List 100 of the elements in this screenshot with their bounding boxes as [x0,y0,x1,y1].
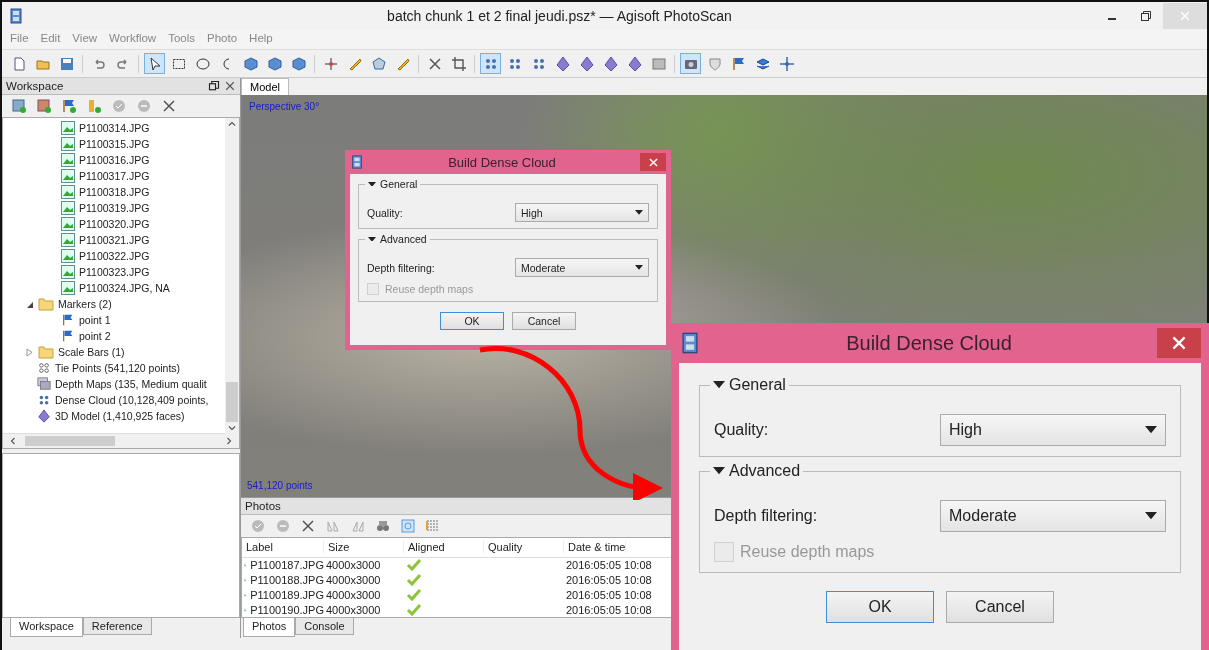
dialog-title: Build Dense Cloud [845,331,1013,355]
group-title: General [380,178,418,190]
table-cell: P1100189.JPG [250,588,324,601]
caret-icon [1145,426,1157,434]
column-header[interactable]: Size [324,541,404,554]
points-count: 541,120 points [247,480,313,491]
panel-title: Workspace [6,80,65,92]
tree-item[interactable]: P1100321.JPG [79,234,150,246]
cancel-button[interactable]: Cancel [512,312,576,330]
dialog-title: Build Dense Cloud [447,154,557,170]
close-button[interactable] [1157,328,1201,358]
caret-icon [635,265,643,270]
film-icon [679,332,701,354]
table-cell-text: 4000x3000 [325,573,382,586]
quality-dropdown[interactable]: High [940,414,1166,446]
scrollbar[interactable] [225,118,239,434]
tree-item[interactable]: P1100316.JPG [79,154,150,166]
tree-item[interactable]: Markers (2) [58,298,112,310]
caret-icon [635,210,643,215]
table-cell-text: 4000x3000 [325,559,382,571]
checkbox-label: Reuse depth maps [740,543,875,561]
tree-item[interactable]: P1100315.JPG [79,138,150,150]
camera-icon[interactable] [680,53,701,74]
group-title: General [729,376,786,394]
table-cell: P1100188.JPG [250,573,324,586]
close-icon [1172,336,1186,350]
field-label: Depth filtering: [367,261,436,274]
tab[interactable]: Console [295,618,354,635]
tree-item[interactable]: P1100318.JPG [79,186,150,198]
tree-item[interactable]: Tie Points (541,120 points) [55,362,181,374]
flag-icon [61,329,75,343]
caret-icon [713,467,725,475]
tree-item[interactable]: P1100324.JPG, NA [79,282,170,294]
pointer-icon[interactable] [144,53,165,74]
column-header[interactable]: Aligned [404,541,484,554]
stacked-images-icon [37,377,51,391]
ok-button[interactable]: OK [440,312,504,330]
tree-item[interactable]: P1100320.JPG [79,218,150,230]
depth-filtering-dropdown[interactable]: Moderate [515,258,649,277]
tree-item[interactable]: point 2 [79,330,111,342]
close-icon [224,80,236,92]
table-cell: P1100187.JPG [250,559,324,571]
panel-title: Photos [245,500,282,512]
tree-item[interactable]: point 1 [79,314,111,326]
film-icon [8,8,24,24]
folder-icon [38,345,54,359]
group-title: Advanced [380,233,427,245]
dots-icon [37,361,51,375]
tree-item[interactable]: Depth Maps (135, Medium qualit [55,378,207,390]
cancel-button[interactable]: Cancel [946,591,1054,623]
pyramid-icon [37,409,51,423]
collapsed-arrow-icon[interactable] [25,347,34,357]
film-icon [350,155,364,169]
group-title: Advanced [729,462,801,480]
flag-icon [61,313,75,327]
close-button[interactable] [640,153,666,171]
close-icon [648,157,658,167]
field-label: Quality: [714,421,770,439]
point-grid-icon[interactable] [480,53,501,74]
tab[interactable]: Workspace [10,618,83,637]
scroll-thumb[interactable] [226,382,238,422]
table-cell-text: 2016:05:05 10:08 [565,603,652,616]
view-label: Perspective 30° [249,101,320,112]
point-grid-icon [37,393,51,407]
scrollbar[interactable] [3,433,239,448]
caret-icon [1145,512,1157,520]
tree-item[interactable]: P1100319.JPG [79,202,150,214]
tab[interactable]: Reference [82,618,152,635]
column-header[interactable]: Label [242,541,324,554]
table-cell-text: 2016:05:05 10:08 [565,588,652,601]
table-cell-text: 2016:05:05 10:08 [565,559,652,571]
table-cell-text: 4000x3000 [325,603,382,616]
table-cell-text: 4000x3000 [325,588,382,601]
folder-icon [38,297,54,311]
tree-item[interactable]: P1100323.JPG [79,266,150,278]
tree-item[interactable]: 3D Model (1,410,925 faces) [55,410,185,422]
caret-icon [713,381,725,389]
field-label: Depth filtering: [714,507,819,525]
field-label: Quality: [367,206,404,219]
table-cell: P1100190.JPG [250,603,324,616]
tree-item[interactable]: P1100314.JPG [79,122,150,134]
quality-dropdown[interactable]: High [515,203,649,222]
float-icon [208,80,220,92]
checkbox-label: Reuse depth maps [385,283,474,295]
scroll-thumb[interactable] [25,436,115,446]
tree-item[interactable]: P1100317.JPG [79,170,150,182]
window-title: batch chunk 1 et 2 final jeudi.psz* — Agisoft PhotoScan [386,8,733,24]
tab[interactable]: Model [241,78,289,95]
column-header[interactable]: Quality [484,541,564,554]
ok-button[interactable]: OK [826,591,934,623]
column-header[interactable]: Date & time [564,541,627,554]
caret-icon [368,181,376,187]
restore-icon[interactable] [1140,10,1152,22]
close-icon [1179,10,1191,22]
depth-filtering-dropdown[interactable]: Moderate [940,500,1166,532]
tab[interactable]: Photos [243,618,296,637]
tree-item[interactable]: Scale Bars (1) [58,346,125,358]
tree-item[interactable]: Dense Cloud (10,128,409 points, [55,394,209,406]
tree-item[interactable]: P1100322.JPG [79,250,150,262]
caret-icon [368,236,376,242]
